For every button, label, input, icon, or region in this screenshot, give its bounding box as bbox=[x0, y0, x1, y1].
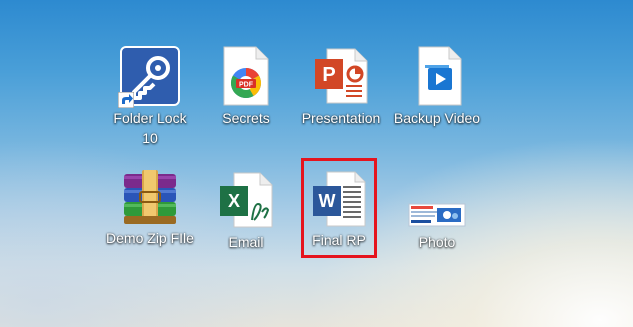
desktop-icon-photo[interactable]: Photo bbox=[391, 170, 483, 252]
desktop-icon-secrets[interactable]: PDF Secrets bbox=[200, 46, 292, 128]
winrar-archive-icon bbox=[120, 170, 180, 226]
selection-highlight bbox=[301, 158, 377, 258]
pdf-file-icon: PDF bbox=[218, 46, 274, 106]
desktop-icon-demo-zip[interactable]: Demo Zip FIle bbox=[104, 170, 196, 248]
excel-file-icon: X bbox=[218, 170, 274, 230]
key-icon bbox=[118, 46, 180, 108]
desktop-icon-label: Demo Zip FIle bbox=[106, 230, 194, 246]
video-file-icon bbox=[409, 46, 465, 106]
desktop-icon-email[interactable]: X Email bbox=[200, 170, 292, 252]
desktop-icon-backup-video[interactable]: Backup Video bbox=[391, 46, 483, 128]
desktop-icon-label: Presentation bbox=[301, 110, 381, 126]
pdf-badge: PDF bbox=[239, 82, 254, 89]
desktop-icon-folder-lock[interactable]: Folder Lock 10 bbox=[104, 46, 196, 148]
desktop-icon-presentation[interactable]: P Presentation bbox=[295, 46, 387, 128]
desktop-icon-label: Backup Video bbox=[393, 110, 481, 126]
desktop: Folder Lock 10 PDF Secrets P Presentatio… bbox=[0, 0, 633, 327]
image-file-icon bbox=[407, 170, 467, 230]
desktop-icon-label: Photo bbox=[418, 234, 456, 250]
shortcut-arrow-icon bbox=[118, 92, 134, 108]
powerpoint-letter: P bbox=[322, 64, 335, 86]
desktop-icon-label: Secrets bbox=[222, 110, 270, 126]
excel-letter: X bbox=[228, 191, 240, 211]
powerpoint-file-icon: P bbox=[313, 46, 369, 106]
desktop-icon-label: Email bbox=[228, 234, 264, 250]
desktop-icon-label: Folder Lock 10 bbox=[113, 110, 187, 146]
